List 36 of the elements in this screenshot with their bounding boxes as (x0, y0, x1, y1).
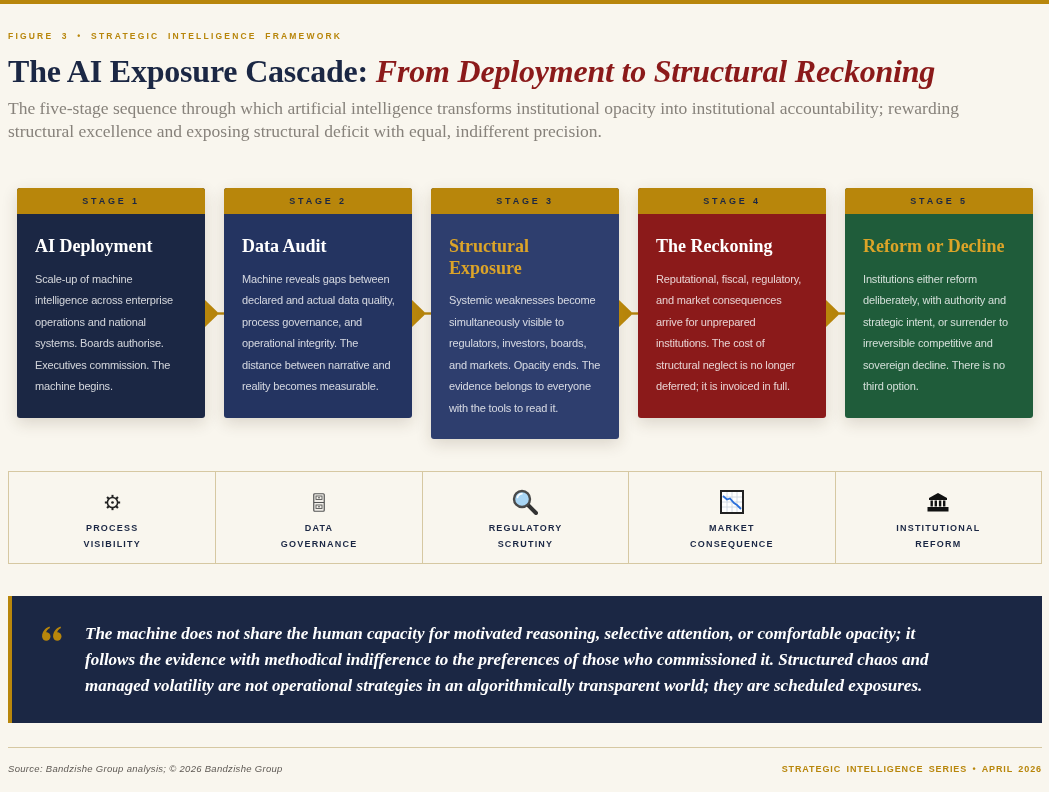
connector-arrow (826, 300, 845, 327)
connector-arrow (412, 300, 431, 327)
stage-header: STAGE 1 (17, 188, 205, 214)
quote-text: The machine does not share the human capacity for motivated reasoning, selective attention, or comfortable opacity; it follows the evidence with methodical indifference to the preferences of those who commissioned it. Structured chaos and managed volatility are not operational strategies in an algorithmically transparent world; they are scheduled exposures. (85, 623, 930, 697)
source-note: Source: Bandzishe Group analysis; © 2026 Bandzishe Group (8, 763, 283, 775)
theme-label: INSTITUTIONAL REFORM (896, 522, 981, 551)
classical-building-icon (927, 492, 950, 512)
stage-header: STAGE 3 (431, 188, 619, 214)
magnifier-icon (512, 489, 539, 515)
connector-arrow (619, 300, 638, 327)
stage-description: Reputational, fiscal, regulatory, and market consequences arrive for unprepared institutions. The cost of structural neglect is no longer deferred; it is invoiced in full. (656, 271, 803, 394)
theme-label: DATA GOVERNANCE (280, 522, 358, 551)
stage-header: STAGE 2 (224, 188, 412, 214)
stage-description: Machine reveals gaps between declared and actual data quality, process governance, and operational integrity. The distance between narrative and reality becomes measurable. (242, 271, 395, 394)
quote-mark-icon (42, 626, 62, 641)
stage-description: Systemic weaknesses become simultaneously visible to regulators, investors, boards, and markets. Opacity ends. The evidence belongs to everyone with the tools to read it. (449, 293, 602, 416)
series-label: STRATEGIC INTELLIGENCE SERIES • APRIL 2026 (781, 763, 1042, 775)
stage-title: Data Audit (242, 236, 328, 258)
stage-description: Scale-up of machine intelligence across enterprise operations and national systems. Boards authorise. Executives commission. The machine begins. (35, 271, 174, 394)
figure-title: The AI Exposure Cascade: From Deployment to Structural Reckoning (8, 53, 936, 90)
figure-subtitle: The five-stage sequence through which artificial intelligence transforms institutional opacity into institutional accountability; rewarding structural excellence and exposing structural deficit with equal, indifferent precision. (8, 97, 961, 143)
gear-icon (103, 493, 121, 511)
theme-label: PROCESS VISIBILITY (83, 522, 141, 551)
declining-chart-icon (719, 490, 744, 514)
stage-header: STAGE 4 (638, 188, 826, 214)
theme-label: REGULATORY SCRUTINY (488, 522, 563, 551)
figure-label: FIGURE 3 • STRATEGIC INTELLIGENCE FRAMEWORK (8, 31, 343, 42)
theme-label: MARKET CONSEQUENCE (690, 522, 774, 551)
stage-description: Institutions either reform deliberately, with authority and strategic intent, or surrender to irreversible competitive and sovereign decline. There is no third option. (863, 271, 1009, 394)
stage-title: Reform or Decline (863, 236, 1006, 258)
connector-arrow (205, 300, 224, 327)
stage-title: AI Deployment (35, 236, 154, 258)
file-cabinet-icon (313, 492, 326, 512)
stage-title: The Reckoning (656, 236, 774, 258)
stage-title: Structural Exposure (449, 236, 530, 279)
stage-header: STAGE 5 (845, 188, 1033, 214)
